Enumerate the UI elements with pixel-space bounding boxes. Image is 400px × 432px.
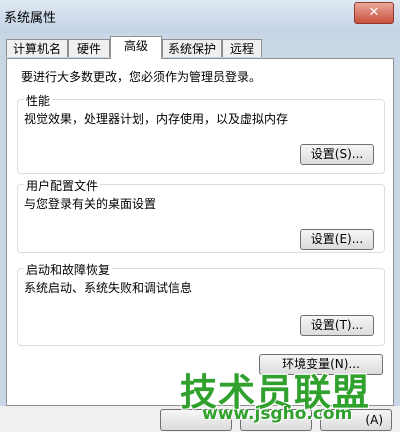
user-profiles-title: 用户配置文件 xyxy=(24,177,101,194)
environment-variables-button[interactable]: 环境变量(N)... xyxy=(259,354,383,375)
close-button[interactable]: ✕ xyxy=(354,2,394,24)
tab-strip: 计算机名 硬件 高级 系统保护 远程 xyxy=(6,36,394,59)
cancel-button[interactable] xyxy=(240,409,312,431)
title-bar: 系统属性 ✕ xyxy=(0,0,400,33)
user-profiles-settings-button[interactable]: 设置(E)... xyxy=(300,229,374,250)
tab-panel-advanced: 要进行大多数更改，您必须作为管理员登录。 性能 视觉效果，处理器计划，内存使用，… xyxy=(6,58,394,406)
user-profiles-description: 与您登录有关的桌面设置 xyxy=(24,197,157,211)
window-title: 系统属性 xyxy=(4,11,57,26)
startup-recovery-description: 系统启动、系统失败和调试信息 xyxy=(24,281,193,295)
ok-button[interactable] xyxy=(160,409,232,431)
user-profiles-group: 用户配置文件 与您登录有关的桌面设置 设置(E)... xyxy=(17,177,385,253)
tab-system-protection[interactable]: 系统保护 xyxy=(162,39,222,57)
tab-hardware[interactable]: 硬件 xyxy=(68,39,110,57)
startup-recovery-settings-button[interactable]: 设置(T)... xyxy=(300,315,374,336)
startup-recovery-group: 启动和故障恢复 系统启动、系统失败和调试信息 设置(T)... xyxy=(17,261,385,346)
performance-settings-button[interactable]: 设置(S)... xyxy=(300,144,374,165)
apply-button[interactable]: (A) xyxy=(320,409,392,431)
dialog-footer: (A) xyxy=(0,406,400,432)
tab-advanced[interactable]: 高级 xyxy=(110,36,162,59)
tab-remote[interactable]: 远程 xyxy=(222,39,262,57)
performance-title: 性能 xyxy=(24,92,53,109)
tab-computer-name[interactable]: 计算机名 xyxy=(6,39,68,57)
performance-description: 视觉效果，处理器计划，内存使用，以及虚拟内存 xyxy=(24,112,289,126)
close-icon: ✕ xyxy=(368,5,380,20)
performance-group: 性能 视觉效果，处理器计划，内存使用，以及虚拟内存 设置(S)... xyxy=(17,92,385,174)
startup-recovery-title: 启动和故障恢复 xyxy=(24,261,113,278)
admin-note: 要进行大多数更改，您必须作为管理员登录。 xyxy=(21,70,262,84)
